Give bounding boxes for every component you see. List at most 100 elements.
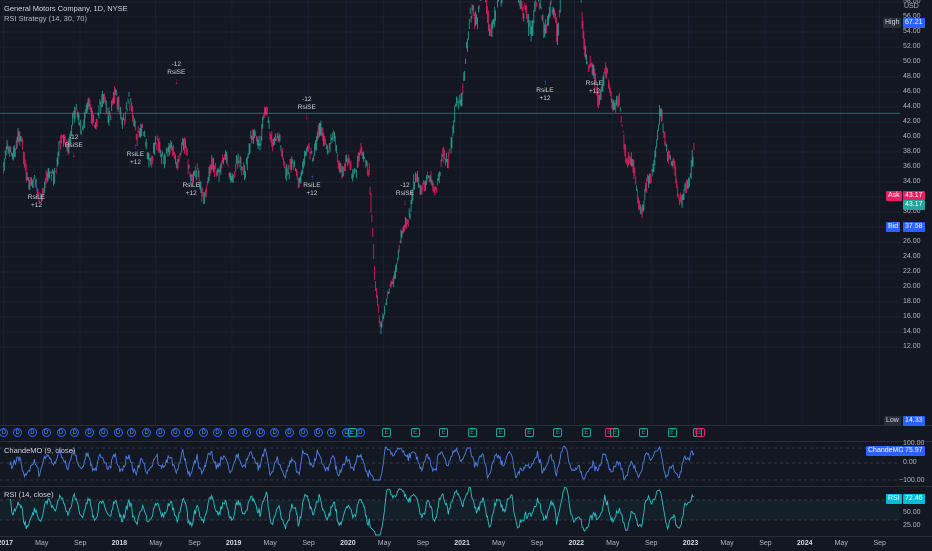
- earnings-event-icon[interactable]: E: [382, 428, 392, 437]
- arrow-down-icon: ↓: [71, 150, 76, 159]
- earnings-event-icon[interactable]: E: [524, 428, 534, 437]
- earnings-event-icon[interactable]: E: [347, 428, 357, 437]
- earnings-event-icon[interactable]: E: [410, 428, 420, 437]
- signal-label-s9[interactable]: RsiLE +12: [536, 87, 553, 103]
- price-chart-pane[interactable]: General Motors Company, 1D, NYSE RSI Str…: [0, 0, 900, 425]
- price-tick: 38.00: [903, 148, 921, 155]
- signal-label-s7[interactable]: RsiLE +12: [303, 182, 320, 198]
- earnings-event-icon[interactable]: E: [667, 428, 677, 437]
- signal-label-s3[interactable]: RsiLE +12: [127, 151, 144, 167]
- earnings-event-icon[interactable]: E: [581, 428, 591, 437]
- price-tick: 58.00: [903, 0, 921, 5]
- time-tick: May: [263, 540, 277, 547]
- time-tick: 2022: [568, 540, 585, 547]
- dividend-event-icon[interactable]: D: [127, 428, 137, 437]
- dividend-event-icon[interactable]: D: [256, 428, 266, 437]
- price-chart-canvas[interactable]: [0, 0, 900, 425]
- dividend-event-icon[interactable]: D: [284, 428, 294, 437]
- time-tick: 2021: [454, 540, 470, 547]
- signal-label-s4[interactable]: -12 RsiSE: [167, 61, 185, 77]
- strategy-label[interactable]: RSI Strategy (14, 30, 70): [4, 14, 87, 23]
- high-tag-value: 67.21: [903, 18, 925, 28]
- earnings-event-icon[interactable]: E: [553, 428, 563, 437]
- rsi-canvas[interactable]: [0, 487, 900, 536]
- last-price-tag: 43.17: [903, 200, 925, 210]
- time-axis[interactable]: 2017 May Sep 2018 May Sep 2019 May Sep 2020 May Sep…: [0, 536, 932, 551]
- arrow-down-icon: ↓: [402, 198, 407, 207]
- cmo-tag-label: ChandeMO: [866, 446, 906, 456]
- dividend-event-icon[interactable]: D: [98, 428, 108, 437]
- signal-label-s5[interactable]: RsiLE +12: [183, 182, 200, 198]
- cmo-tag-value: 75.97: [903, 446, 925, 456]
- price-tick: 26.00: [903, 238, 921, 245]
- rsi-legend[interactable]: RSI (14, close): [4, 490, 54, 499]
- signal-label-s2[interactable]: -12 RsiSE: [65, 134, 83, 150]
- rsi-tag-value: 72.46: [903, 494, 925, 504]
- events-row: DDDDDDDDDDDDDDDDDDDDDDDDDDEEEEEEEEEEEEEE…: [0, 425, 900, 441]
- cmo-pane[interactable]: ChandeMO (9, close): [0, 442, 900, 486]
- dividend-event-icon[interactable]: D: [155, 428, 165, 437]
- dividend-event-icon[interactable]: D: [113, 428, 123, 437]
- cmo-canvas[interactable]: [0, 442, 900, 486]
- time-tick: May: [606, 540, 620, 547]
- price-tick: 22.00: [903, 268, 921, 275]
- dividend-event-icon[interactable]: D: [184, 428, 194, 437]
- time-tick: 2019: [225, 540, 242, 547]
- symbol-title: General Motors Company, 1D, NYSE: [4, 4, 128, 13]
- arrow-down-icon: ↓: [304, 111, 309, 121]
- signal-label-s6[interactable]: -12 RsiSE: [298, 96, 316, 112]
- dividend-event-icon[interactable]: D: [0, 428, 9, 437]
- dividend-event-icon[interactable]: D: [313, 428, 323, 437]
- price-tick: 40.00: [903, 133, 921, 140]
- dividend-event-icon[interactable]: D: [56, 428, 66, 437]
- dividend-event-icon[interactable]: D: [355, 428, 365, 437]
- high-tag-label: High: [883, 18, 902, 28]
- signal-label-s11[interactable]: RsiLE +12: [586, 80, 603, 96]
- time-tick: Sep: [873, 540, 886, 547]
- dividend-event-icon[interactable]: D: [70, 428, 80, 437]
- cmo-tick-neg100: −100.00: [899, 477, 925, 484]
- signal-label-s8[interactable]: -12 RsiSE: [396, 182, 414, 198]
- time-tick: Sep: [759, 540, 772, 547]
- signal-label-s1[interactable]: RsiLE +12: [28, 194, 45, 210]
- rsi-tick-25: 25.00: [903, 522, 921, 529]
- earnings-event-icon[interactable]: E: [467, 428, 477, 437]
- time-tick: 2024: [796, 540, 813, 547]
- dividend-event-icon[interactable]: D: [327, 428, 337, 437]
- dividend-event-icon[interactable]: D: [199, 428, 209, 437]
- price-tick: 54.00: [903, 28, 921, 35]
- arrow-up-icon: ↑: [133, 141, 138, 151]
- dividend-event-icon[interactable]: D: [213, 428, 222, 437]
- time-tick: Sep: [530, 540, 544, 547]
- rsi-band: [0, 500, 900, 520]
- earnings-event-icon[interactable]: E: [439, 428, 449, 437]
- low-tag-value: 14.33: [903, 416, 925, 426]
- dividend-event-icon[interactable]: D: [241, 428, 251, 437]
- arrow-up-icon: ↑: [189, 173, 194, 183]
- bid-tag-label: Bid: [886, 222, 901, 232]
- earnings-event-icon[interactable]: E: [496, 428, 506, 437]
- cmo-legend[interactable]: ChandeMO (9, close): [4, 446, 75, 455]
- price-tick: 50.00: [903, 58, 921, 65]
- price-tick: 48.00: [903, 73, 921, 80]
- earnings-event-icon[interactable]: E: [639, 428, 649, 437]
- dividend-event-icon[interactable]: D: [142, 428, 152, 437]
- rsi-pane[interactable]: RSI (14, close): [0, 487, 900, 536]
- dividend-event-icon[interactable]: D: [85, 428, 95, 437]
- ask-tag-label: Ask: [886, 191, 902, 201]
- time-tick: Sep: [416, 540, 430, 547]
- split-event-icon[interactable]: E: [604, 428, 614, 437]
- split-event-icon[interactable]: E: [696, 428, 706, 437]
- dividend-event-icon[interactable]: D: [227, 428, 237, 437]
- price-axis[interactable]: USD 68.0066.0064.0062.0060.0058.0056.005…: [866, 0, 932, 536]
- price-tick: 34.00: [903, 178, 921, 185]
- time-tick: Sep: [188, 540, 201, 547]
- dividend-event-icon[interactable]: D: [13, 428, 23, 437]
- dividend-event-icon[interactable]: D: [270, 428, 280, 437]
- price-tick: 42.00: [903, 118, 921, 125]
- dividend-event-icon[interactable]: D: [27, 428, 37, 437]
- dividend-event-icon[interactable]: D: [170, 428, 180, 437]
- dividend-event-icon[interactable]: D: [41, 428, 51, 437]
- dividend-event-icon[interactable]: D: [298, 428, 308, 437]
- price-tick: 44.00: [903, 103, 921, 110]
